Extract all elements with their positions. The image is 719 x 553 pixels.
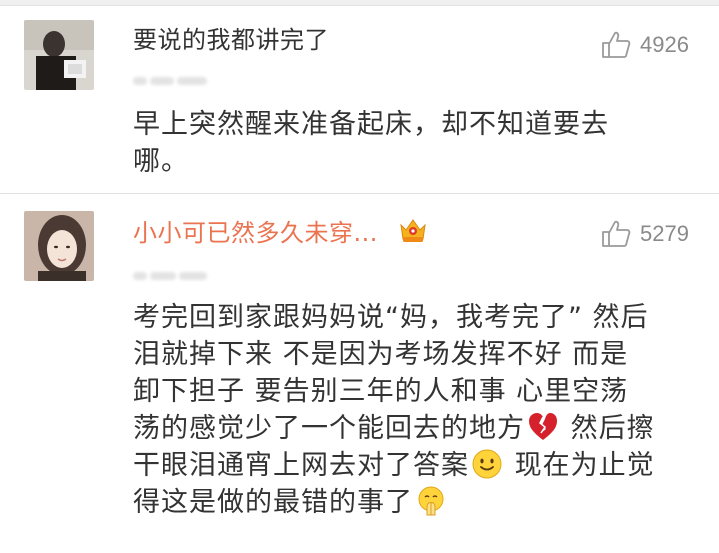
avatar[interactable]	[24, 211, 94, 281]
comment-item: 小小可已然多久未穿... 5279 考完回到家跟妈妈说“妈，我考完了” 然后 泪…	[0, 195, 719, 553]
thumbs-up-icon	[602, 31, 631, 58]
comment-text-line: 荡的感觉少了一个能回去的地方 然后擦	[133, 410, 693, 447]
pray-emoji	[418, 486, 444, 516]
timestamp-blurred	[133, 70, 213, 85]
comment-text-line: 得这是做的最错的事了	[133, 484, 693, 521]
comment-text-fragment: 荡的感觉少了一个能回去的地方	[133, 413, 525, 444]
comment-text-line: 考完回到家跟妈妈说“妈，我考完了” 然后	[133, 302, 649, 333]
vip-crown-badge	[400, 219, 426, 242]
thumbs-up-icon	[602, 220, 631, 247]
comment-text-fragment: 现在为止觉	[505, 450, 655, 481]
comment-text: 考完回到家跟妈妈说“妈，我考完了” 然后 泪就掉下来 不是因为考场发挥不好 而是…	[133, 299, 693, 521]
username[interactable]: 要说的我都讲完了	[133, 20, 329, 55]
avatar[interactable]	[24, 20, 94, 90]
like-button[interactable]: 4926	[600, 28, 689, 62]
comment-text-line: 泪就掉下来 不是因为考场发挥不好 而是	[133, 339, 629, 370]
comment-text-fragment: 然后擦	[561, 413, 655, 444]
comment-text-line: 哪。	[133, 146, 189, 177]
like-button[interactable]: 5279	[600, 217, 689, 251]
comment-text-line: 卸下担子 要告别三年的人和事 心里空荡	[133, 376, 629, 407]
comment-text-fragment: 得这是做的最错的事了	[133, 487, 413, 518]
smile-emoji	[472, 449, 502, 479]
comment-text-line: 早上突然醒来准备起床，却不知道要去	[133, 109, 609, 140]
username[interactable]: 小小可已然多久未穿...	[133, 213, 378, 248]
comment-text-line: 干眼泪通宵上网去对了答案 现在为止觉	[133, 447, 693, 484]
comment-item: 要说的我都讲完了 4926 早上突然醒来准备起床，却不知道要去 哪。	[0, 6, 719, 194]
comment-divider	[0, 193, 719, 194]
like-count: 5279	[640, 221, 689, 246]
timestamp-blurred	[133, 265, 213, 280]
comment-text: 早上突然醒来准备起床，却不知道要去 哪。	[133, 106, 693, 180]
like-count: 4926	[640, 32, 689, 57]
comment-text-fragment: 干眼泪通宵上网去对了答案	[133, 450, 469, 481]
broken-heart-emoji	[529, 413, 557, 440]
